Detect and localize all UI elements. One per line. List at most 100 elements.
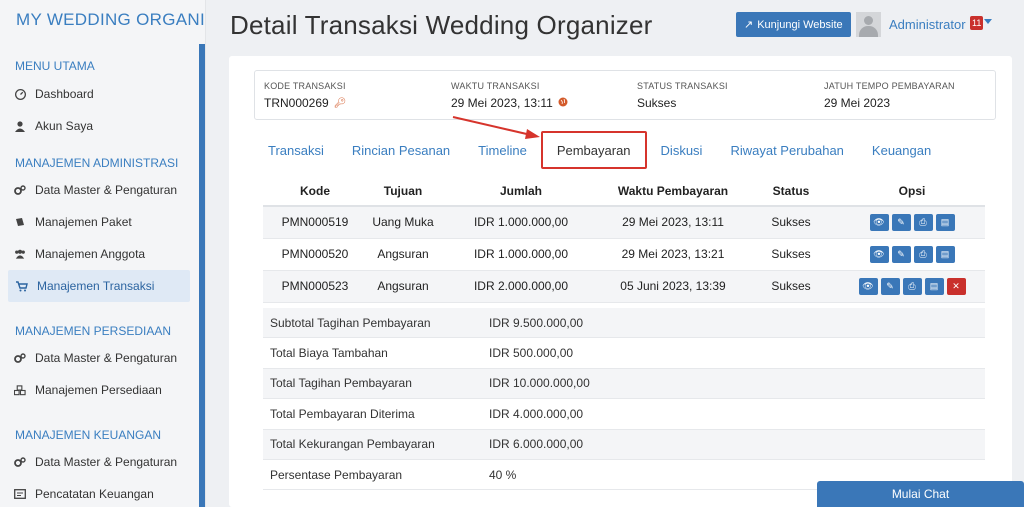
cogs-icon: [14, 456, 26, 468]
printer-icon: ⎙: [919, 216, 927, 227]
sidebar-item-label: Akun Saya: [35, 119, 94, 133]
transaction-summary: KODE TRANSAKSI TRN000269 🔑︎ WAKTU TRANSA…: [254, 70, 996, 120]
cell-jumlah: IDR 1.000.000,00: [439, 206, 603, 239]
document-button[interactable]: ▤: [924, 277, 944, 295]
sidebar-item-label: Manajemen Transaksi: [37, 279, 155, 293]
sidebar-item-akun-saya[interactable]: Akun Saya: [0, 110, 190, 142]
cell-waktu: 05 Juni 2023, 13:39: [603, 270, 743, 303]
col-jumlah: Jumlah: [439, 176, 603, 207]
sidebar-item-data-master-keuangan[interactable]: Data Master & Pengaturan: [0, 446, 190, 478]
sidebar-item-label: Manajemen Persediaan: [35, 383, 162, 397]
tab-riwayat-perubahan[interactable]: Riwayat Perubahan: [716, 131, 857, 169]
table-row: PMN000519 Uang Muka IDR 1.000.000,00 29 …: [263, 206, 985, 239]
total-row: Total Biaya Tambahan IDR 500.000,00: [263, 338, 985, 369]
sidebar-item-label: Data Master & Pengaturan: [35, 455, 178, 469]
sidebar-item-manajemen-persediaan[interactable]: Manajemen Persediaan: [0, 374, 190, 406]
dashboard-icon: [14, 88, 26, 100]
sidebar-item-dashboard[interactable]: Dashboard: [0, 78, 190, 110]
section-manajemen-persediaan: MANAJEMEN PERSEDIAAN: [15, 324, 172, 338]
total-value: IDR 500.000,00: [489, 346, 574, 361]
cell-tujuan: Angsuran: [367, 270, 439, 303]
cell-status: Sukses: [743, 206, 839, 239]
cell-opsi: 👁︎ ✎ ⎙ ▤ ✕: [839, 270, 985, 303]
avatar[interactable]: [856, 12, 881, 37]
annotation-arrow: [452, 116, 540, 139]
cell-jumlah: IDR 2.000.000,00: [439, 270, 603, 303]
table-row: PMN000520 Angsuran IDR 1.000.000,00 29 M…: [263, 238, 985, 271]
section-manajemen-keuangan: MANAJEMEN KEUANGAN: [15, 428, 162, 442]
sidebar-scrollbar[interactable]: [199, 44, 205, 507]
delete-button[interactable]: ✕: [946, 277, 966, 295]
document-button[interactable]: ▤: [935, 213, 955, 231]
chevron-down-icon[interactable]: [984, 19, 992, 24]
view-button[interactable]: 👁︎: [869, 213, 889, 231]
print-button[interactable]: ⎙: [913, 245, 933, 263]
col-waktu: Waktu Pembayaran: [603, 176, 743, 207]
globe-icon[interactable]: [558, 97, 568, 110]
total-label: Total Biaya Tambahan: [270, 346, 388, 361]
users-icon: [14, 248, 26, 260]
summary-status: STATUS TRANSAKSI Sukses: [637, 81, 728, 110]
total-row: Total Pembayaran Diterima IDR 4.000.000,…: [263, 399, 985, 430]
sidebar-item-manajemen-anggota[interactable]: Manajemen Anggota: [0, 238, 190, 270]
view-button[interactable]: 👁︎: [869, 245, 889, 263]
waktu-value: 29 Mei 2023, 13:11: [451, 96, 568, 110]
col-status: Status: [743, 176, 839, 207]
total-row: Total Tagihan Pembayaran IDR 10.000.000,…: [263, 368, 985, 400]
cell-waktu: 29 Mei 2023, 13:21: [603, 238, 743, 271]
visit-website-button[interactable]: ↗ Kunjungi Website: [736, 12, 851, 37]
cell-jumlah: IDR 1.000.000,00: [439, 238, 603, 271]
total-row: Total Kekurangan Pembayaran IDR 6.000.00…: [263, 429, 985, 460]
col-opsi: Opsi: [839, 176, 985, 207]
eye-icon: 👁︎: [873, 248, 885, 259]
avatar-body-shape: [859, 26, 878, 37]
brand-title: MY WEDDING ORGANIZER: [16, 10, 205, 29]
pencil-icon: ✎: [886, 280, 894, 291]
sidebar-item-manajemen-transaksi[interactable]: Manajemen Transaksi: [8, 270, 190, 302]
print-button[interactable]: ⎙: [902, 277, 922, 295]
eye-icon: 👁︎: [862, 280, 874, 291]
tab-transaksi[interactable]: Transaksi: [254, 131, 338, 169]
tab-diskusi[interactable]: Diskusi: [647, 131, 717, 169]
ledger-icon: [14, 488, 26, 500]
sidebar-item-label: Dashboard: [35, 87, 94, 101]
edit-button[interactable]: ✎: [880, 277, 900, 295]
total-value: 40 %: [489, 467, 517, 482]
sidebar-item-label: Data Master & Pengaturan: [35, 183, 178, 197]
cell-opsi: 👁︎ ✎ ⎙ ▤: [839, 206, 985, 239]
print-button[interactable]: ⎙: [913, 213, 933, 231]
cubes-icon: [14, 384, 26, 396]
notification-badge[interactable]: 11: [970, 16, 984, 30]
table-header-row: Kode Tujuan Jumlah Waktu Pembayaran Stat…: [263, 176, 985, 207]
waktu-label: WAKTU TRANSAKSI: [451, 81, 540, 91]
edit-button[interactable]: ✎: [891, 245, 911, 263]
tab-keuangan[interactable]: Keuangan: [858, 131, 945, 169]
page-title: Detail Transaksi Wedding Organizer: [230, 10, 653, 40]
kode-value: TRN000269 🔑︎: [264, 96, 346, 110]
total-label: Persentase Pembayaran: [270, 467, 403, 482]
user-menu[interactable]: Administrator: [889, 17, 966, 32]
sidebar-item-pencatatan-keuangan[interactable]: Pencatatan Keuangan: [0, 478, 190, 507]
sidebar-item-label: Manajemen Anggota: [35, 247, 146, 261]
status-value: Sukses: [637, 96, 677, 110]
sidebar-item-data-master-persediaan[interactable]: Data Master & Pengaturan: [0, 342, 190, 374]
tab-pembayaran[interactable]: Pembayaran: [540, 131, 647, 169]
total-value: IDR 10.000.000,00: [489, 376, 590, 391]
document-icon: ▤: [929, 280, 939, 291]
payments-table: Kode Tujuan Jumlah Waktu Pembayaran Stat…: [263, 176, 985, 303]
brand[interactable]: MY WEDDING ORGANIZER: [0, 0, 205, 40]
col-tujuan: Tujuan: [367, 176, 439, 207]
total-label: Total Tagihan Pembayaran: [270, 376, 412, 391]
view-button[interactable]: 👁︎: [858, 277, 878, 295]
start-chat-button[interactable]: Mulai Chat: [817, 481, 1024, 507]
table-row: PMN000523 Angsuran IDR 2.000.000,00 05 J…: [263, 270, 985, 303]
summary-kode: KODE TRANSAKSI TRN000269 🔑︎: [264, 81, 346, 110]
sidebar-item-data-master-admin[interactable]: Data Master & Pengaturan: [0, 174, 190, 206]
key-icon[interactable]: 🔑︎: [334, 98, 347, 109]
sidebar-item-manajemen-paket[interactable]: Manajemen Paket: [0, 206, 190, 238]
document-button[interactable]: ▤: [935, 245, 955, 263]
edit-button[interactable]: ✎: [891, 213, 911, 231]
summary-jatuh-tempo: JATUH TEMPO PEMBAYARAN 29 Mei 2023: [824, 81, 955, 110]
cell-kode: PMN000519: [263, 206, 367, 239]
user-icon: [14, 120, 26, 132]
